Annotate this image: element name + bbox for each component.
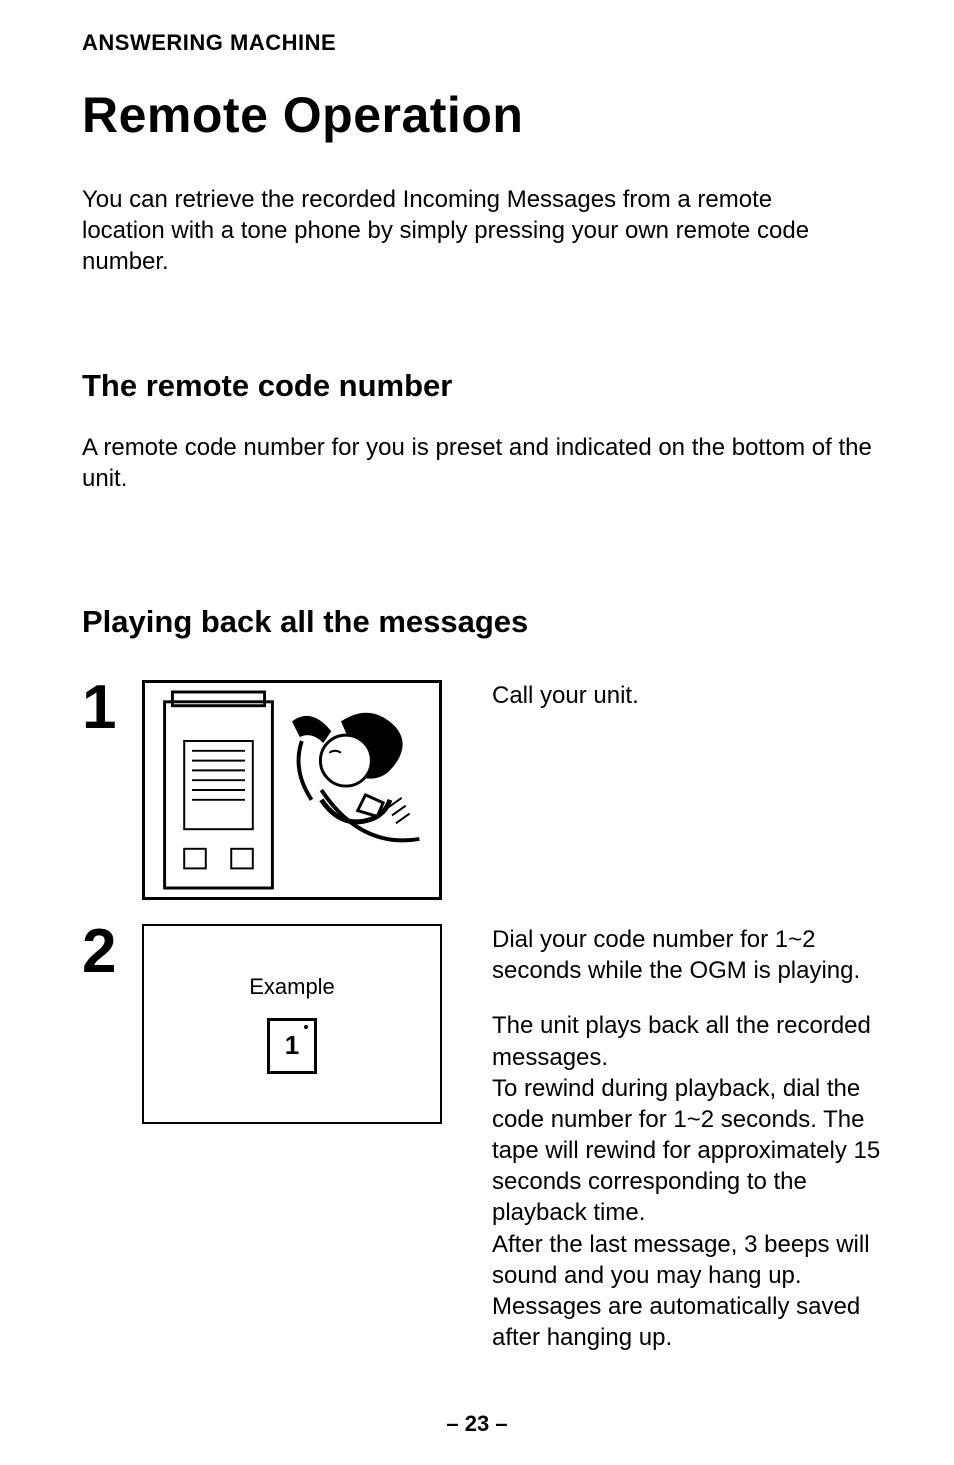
step-2-instruction-a: Dial your code number for 1~2 seconds wh… <box>492 924 884 986</box>
step-1: 1 <box>82 680 884 900</box>
heading-playback: Playing back all the messages <box>82 604 884 640</box>
step-2-instruction-b: The unit plays back all the recorded mes… <box>492 1010 884 1353</box>
step-2: 2 Example 1 Dial your code number for 1~… <box>82 924 884 1353</box>
payphone-person-icon <box>145 680 439 900</box>
step-1-figure <box>142 680 452 900</box>
step-2-number: 2 <box>82 924 142 980</box>
step-1-text: Call your unit. <box>492 680 884 711</box>
heading-remote-code: The remote code number <box>82 368 884 404</box>
example-box: Example 1 <box>142 924 442 1124</box>
page-number: – 23 – <box>0 1411 954 1437</box>
step-2-figure: Example 1 <box>142 924 452 1124</box>
page-title: Remote Operation <box>82 86 884 144</box>
intro-paragraph: You can retrieve the recorded Incoming M… <box>82 184 842 278</box>
step-2-text: Dial your code number for 1~2 seconds wh… <box>492 924 884 1353</box>
payphone-illustration <box>142 680 442 900</box>
paragraph-remote-code: A remote code number for you is preset a… <box>82 432 882 494</box>
section-label: ANSWERING MACHINE <box>82 30 884 56</box>
step-1-instruction: Call your unit. <box>492 680 884 711</box>
keypad-key-1: 1 <box>267 1018 317 1074</box>
step-1-number: 1 <box>82 680 142 736</box>
example-label: Example <box>249 974 335 1000</box>
